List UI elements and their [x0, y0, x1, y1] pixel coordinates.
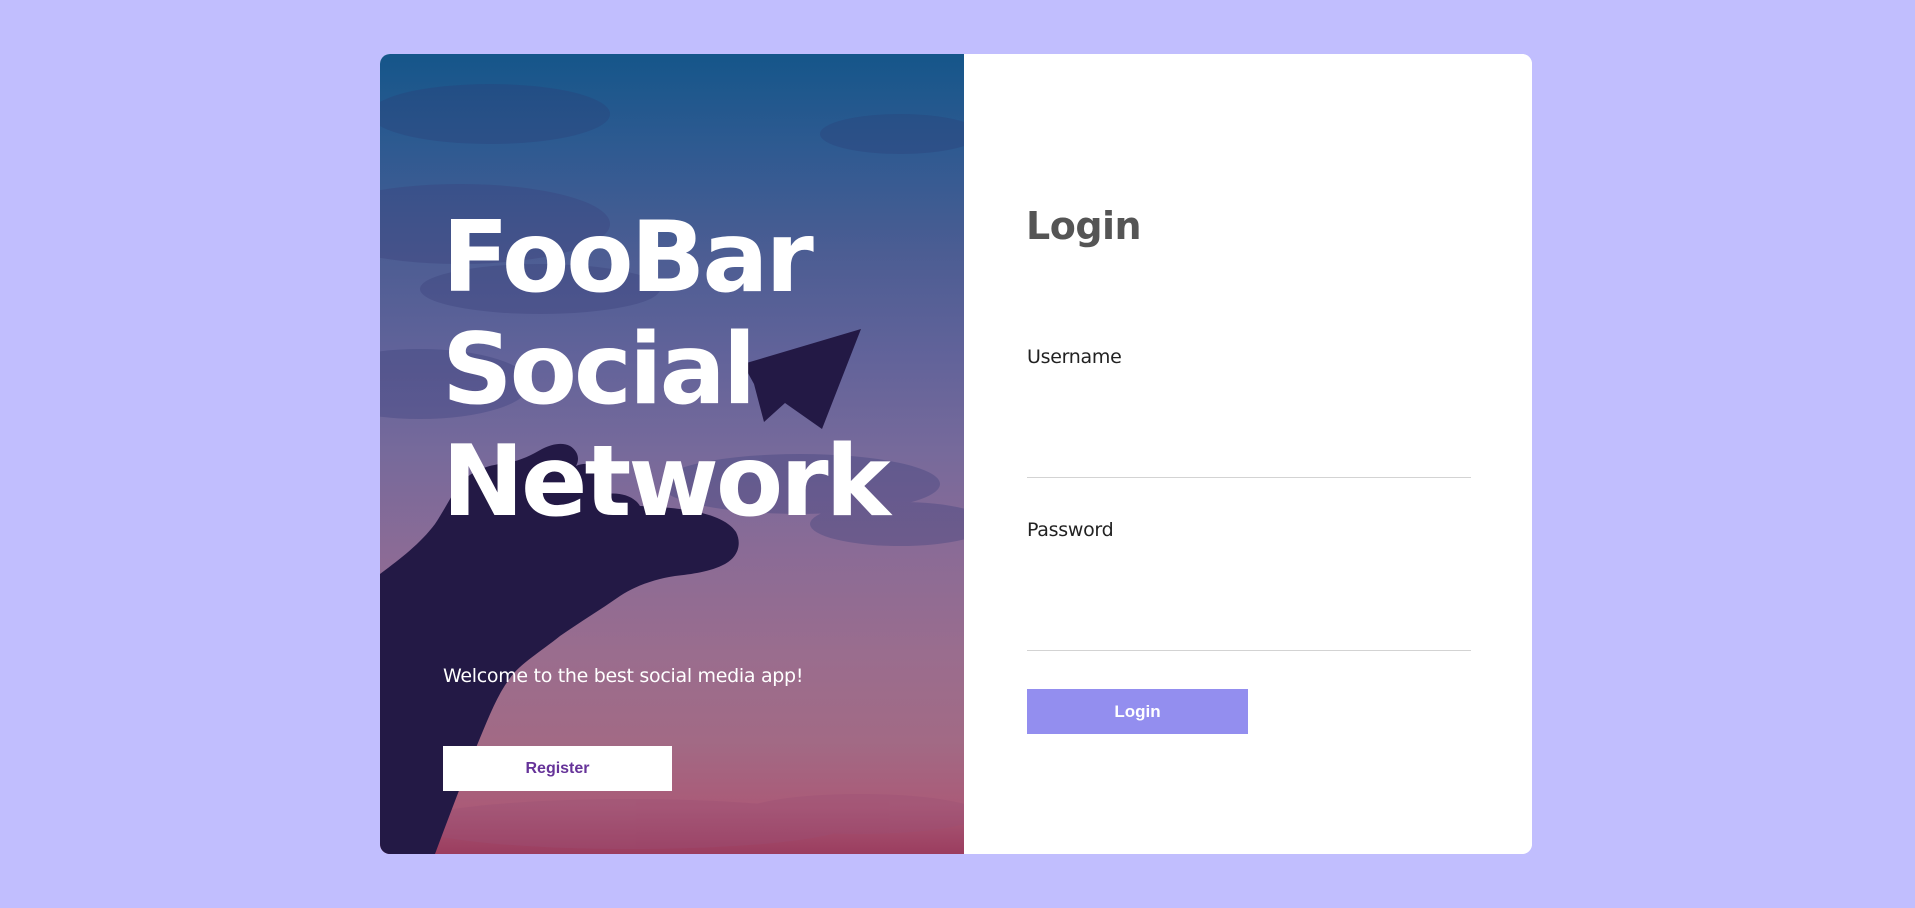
- register-button[interactable]: Register: [443, 746, 672, 791]
- login-button[interactable]: Login: [1027, 689, 1248, 734]
- username-label: Username: [1027, 346, 1122, 368]
- password-label: Password: [1027, 519, 1114, 541]
- username-input[interactable]: [1027, 418, 1471, 478]
- login-panel: Login Username Password Login: [964, 54, 1532, 854]
- password-input[interactable]: [1027, 591, 1471, 651]
- welcome-text: Welcome to the best social media app!: [443, 665, 804, 687]
- app-title-line-1: FooBar: [442, 201, 814, 315]
- app-title: FooBar Social Network: [442, 201, 891, 539]
- app-title-line-3: Network: [442, 425, 891, 539]
- hero-panel: FooBar Social Network Welcome to the bes…: [380, 54, 964, 854]
- auth-card: FooBar Social Network Welcome to the bes…: [380, 54, 1532, 854]
- app-title-line-2: Social: [442, 313, 756, 427]
- login-heading: Login: [1026, 204, 1142, 248]
